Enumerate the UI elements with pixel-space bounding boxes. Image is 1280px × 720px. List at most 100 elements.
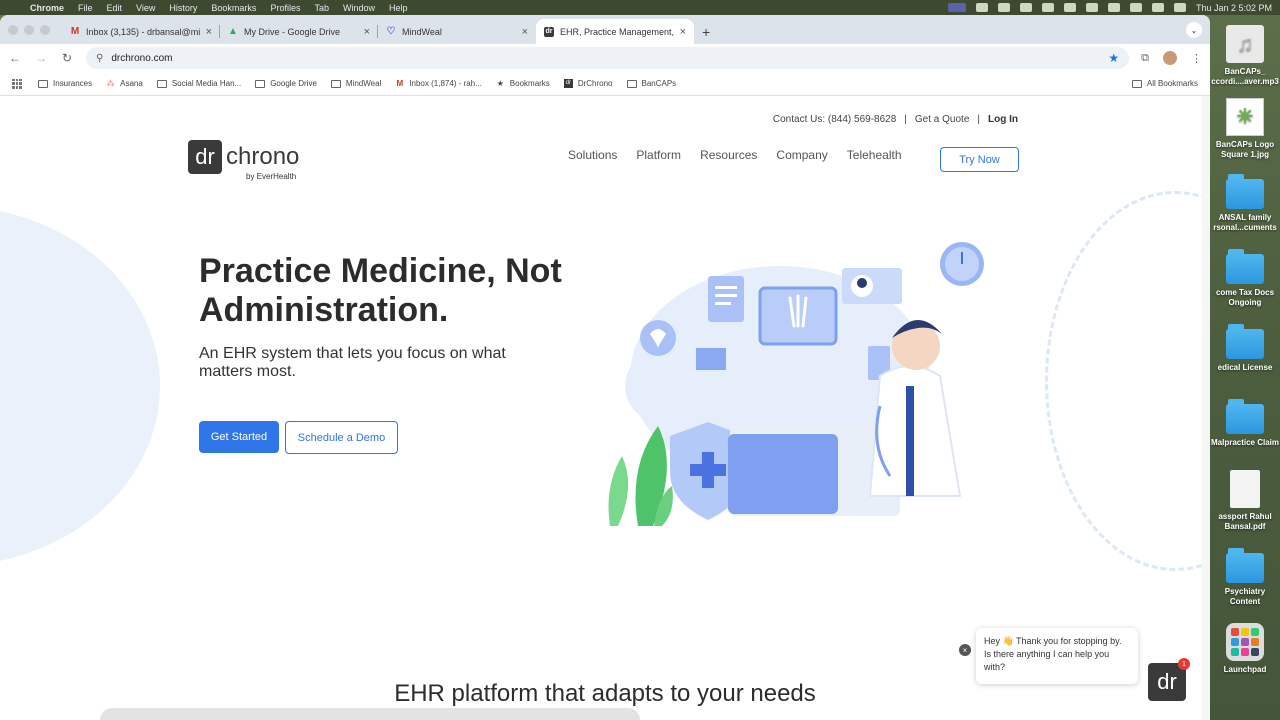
tab-title: MindWeal [402, 26, 442, 37]
tab-google-drive[interactable]: ▲ My Drive - Google Drive × [220, 19, 378, 44]
close-tab-icon[interactable]: × [206, 26, 212, 38]
folder-icon [255, 79, 266, 88]
bookmarks-bar: Insurances ⁂ Asana Social Media Han... Go… [0, 72, 1210, 96]
desktop-item-pdf[interactable]: assport Rahul Bansal.pdf [1210, 470, 1280, 532]
profile-avatar[interactable] [1163, 51, 1177, 65]
menu-help[interactable]: Help [389, 3, 408, 13]
schedule-demo-button[interactable]: Schedule a Demo [285, 421, 398, 454]
chat-bubble[interactable]: Hey 👋 Thank you for stopping by. Is ther… [976, 628, 1138, 684]
plant-leaf [608, 456, 629, 526]
page-scrollbar[interactable] [1202, 96, 1210, 720]
spotlight-icon[interactable] [1151, 3, 1164, 12]
address-bar[interactable]: ⚲ drchrono.com ★ [86, 47, 1130, 69]
close-tab-icon[interactable]: × [680, 26, 686, 38]
menu-edit[interactable]: Edit [107, 3, 123, 13]
nav-telehealth[interactable]: Telehealth [847, 148, 902, 162]
menu-bookmarks[interactable]: Bookmarks [211, 3, 256, 13]
new-tab-button[interactable]: + [694, 19, 718, 44]
tab-mindweal[interactable]: ♡ MindWeal × [378, 19, 536, 44]
get-quote-link[interactable]: Get a Quote [915, 114, 969, 125]
hero-title: Practice Medicine, Not Administration. [199, 252, 562, 329]
close-tab-icon[interactable]: × [522, 26, 528, 38]
try-now-button[interactable]: Try Now [940, 147, 1019, 172]
bookmark-insurances[interactable]: Insurances [38, 79, 92, 88]
apps-grid-icon[interactable] [12, 78, 22, 89]
menubar-clock[interactable]: Thu Jan 2 5:02 PM [1196, 3, 1272, 13]
desktop: ♫ BanCAPs_ ccordi....aver.mp3 ☀ BanCAPs … [1210, 15, 1280, 720]
bookmark-social-media[interactable]: Social Media Han... [156, 79, 241, 88]
get-started-button[interactable]: Get Started [199, 421, 279, 453]
bookmark-bancaps[interactable]: BanCAPs [626, 79, 676, 88]
doctor-tie [906, 386, 914, 496]
drive-icon: ▲ [228, 26, 238, 37]
extensions-icon[interactable]: ⧉ [1141, 52, 1149, 65]
bookmark-bookmarks[interactable]: ★ Bookmarks [496, 79, 550, 88]
folder-icon [626, 79, 637, 88]
logo-mark: dr [188, 140, 222, 174]
image-file-icon: ☀ [1226, 98, 1264, 136]
desktop-label: assport Rahul Bansal.pdf [1218, 512, 1272, 531]
bookmark-inbox[interactable]: M Inbox (1,874) - rah... [395, 79, 481, 88]
menu-file[interactable]: File [78, 3, 93, 13]
drchrono-logo[interactable]: dr chrono by EverHealth [188, 140, 299, 181]
desktop-item-music[interactable]: ♫ BanCAPs_ ccordi....aver.mp3 [1210, 25, 1280, 87]
close-window-button[interactable] [8, 24, 18, 35]
battery-icon[interactable] [1129, 3, 1142, 12]
address-url[interactable]: drchrono.com [111, 53, 172, 64]
bookmark-google-drive[interactable]: Google Drive [255, 79, 317, 88]
minimize-window-button[interactable] [24, 24, 34, 35]
control-center-icon[interactable] [1173, 3, 1186, 12]
close-tab-icon[interactable]: × [364, 26, 370, 38]
separator: | [904, 114, 907, 125]
tab-gmail[interactable]: M Inbox (3,135) - drbansal@mi × [62, 19, 220, 44]
back-arrow-icon[interactable]: ← [8, 51, 22, 65]
tab-title: My Drive - Google Drive [244, 26, 341, 37]
bookmark-drchrono[interactable]: dr DrChrono [563, 79, 613, 88]
contact-link[interactable]: Contact Us: (844) 569-8628 [773, 114, 896, 125]
chrome-menu-icon[interactable]: ⋮ [1191, 52, 1202, 65]
reload-icon[interactable]: ↻ [60, 51, 74, 65]
calendar-icon [696, 348, 726, 370]
chat-close-button[interactable]: × [959, 644, 971, 656]
forward-arrow-icon[interactable]: → [34, 51, 48, 65]
menu-app-name[interactable]: Chrome [30, 3, 64, 13]
window-controls [8, 15, 50, 44]
desktop-item-folder[interactable]: come Tax Docs Ongoing [1210, 248, 1280, 308]
nav-company[interactable]: Company [776, 148, 827, 162]
tab-drchrono[interactable]: dr EHR, Practice Management, M × [536, 19, 694, 44]
bookmark-asana[interactable]: ⁂ Asana [106, 79, 143, 88]
menu-profiles[interactable]: Profiles [270, 3, 300, 13]
tab-search-chevron-icon[interactable]: ⌄ [1186, 22, 1202, 38]
menu-window[interactable]: Window [343, 3, 375, 13]
menu-history[interactable]: History [169, 3, 197, 13]
all-bookmarks[interactable]: All Bookmarks [1131, 79, 1198, 88]
toolbar-actions: ⧉ ⋮ [1141, 51, 1202, 65]
nav-resources[interactable]: Resources [700, 148, 757, 162]
nav-platform[interactable]: Platform [636, 148, 681, 162]
menu-view[interactable]: View [136, 3, 155, 13]
desktop-item-logo[interactable]: ☀ BanCAPs Logo Square 1.jpg [1210, 98, 1280, 160]
bookmark-star-icon[interactable]: ★ [1108, 51, 1119, 65]
desktop-item-launchpad[interactable]: Launchpad [1210, 623, 1280, 675]
bookmark-mindweal[interactable]: MindWeal [330, 79, 381, 88]
desktop-item-folder[interactable]: Psychiatry Content [1210, 547, 1280, 607]
desktop-label: BanCAPs Logo Square 1.jpg [1215, 140, 1275, 159]
status-icon-4[interactable] [1041, 3, 1054, 12]
status-icon-2[interactable] [997, 3, 1010, 12]
desktop-item-folder[interactable]: Malpractice Claim [1210, 398, 1280, 448]
zoom-window-button[interactable] [40, 24, 50, 35]
section-title: EHR platform that adapts to your needs [394, 680, 816, 707]
desktop-item-folder[interactable]: ANSAL family rsonal...cuments [1210, 173, 1280, 233]
site-info-icon[interactable]: ⚲ [96, 53, 103, 64]
login-link[interactable]: Log In [988, 114, 1018, 125]
screen-share-icon[interactable] [947, 3, 966, 12]
nav-solutions[interactable]: Solutions [568, 148, 617, 162]
status-icon-3[interactable] [1019, 3, 1032, 12]
status-icon-1[interactable] [975, 3, 988, 12]
wifi-icon[interactable] [1107, 3, 1120, 12]
tab-strip: M Inbox (3,135) - drbansal@mi × ▲ My Dri… [0, 15, 1210, 44]
menu-tab[interactable]: Tab [314, 3, 329, 13]
status-icon-5[interactable] [1063, 3, 1076, 12]
desktop-item-folder[interactable]: edical License [1210, 323, 1280, 373]
status-icon-6[interactable] [1085, 3, 1098, 12]
